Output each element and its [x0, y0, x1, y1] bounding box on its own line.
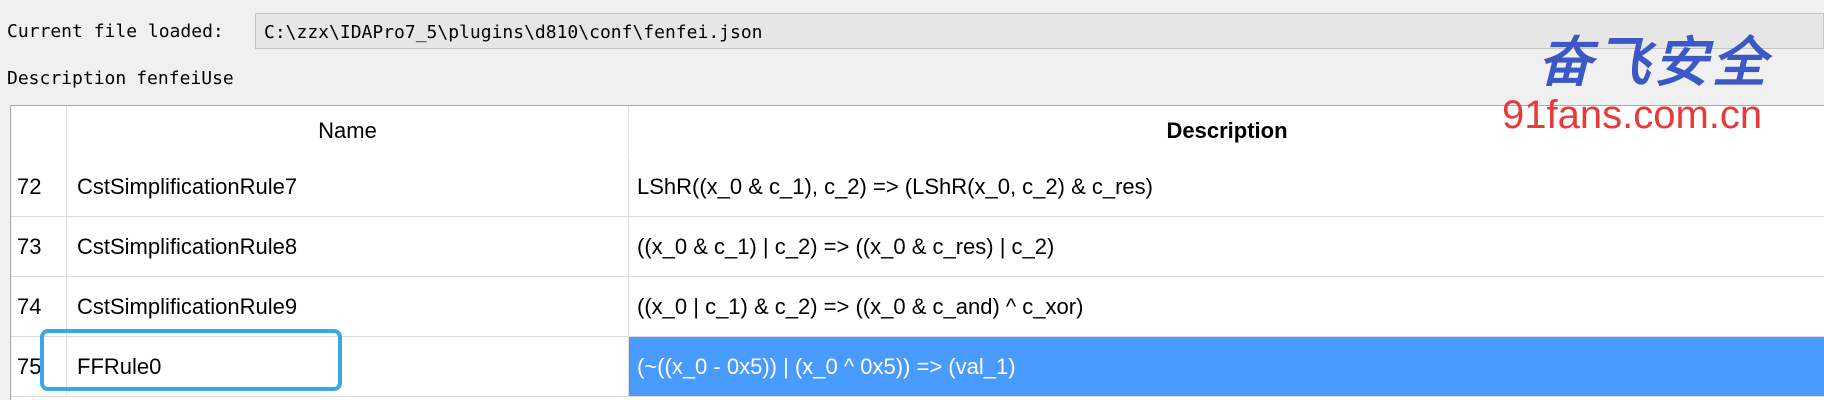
table-row[interactable]: 72 CstSimplificationRule7 LShR((x_0 & c_…: [11, 157, 1824, 217]
column-header-description[interactable]: Description: [629, 106, 1824, 156]
rule-description-cell[interactable]: ((x_0 & c_1) | c_2) => ((x_0 & c_res) | …: [629, 217, 1824, 277]
current-file-path-text: C:\zzx\IDAPro7_5\plugins\d810\conf\fenfe…: [264, 22, 763, 43]
table-row[interactable]: 73 CstSimplificationRule8 ((x_0 & c_1) |…: [11, 217, 1824, 277]
rule-config-window: Current file loaded: C:\zzx\IDAPro7_5\pl…: [0, 0, 1824, 400]
current-file-row: Current file loaded: C:\zzx\IDAPro7_5\pl…: [0, 8, 1824, 49]
row-index: 74: [11, 277, 67, 337]
row-index: 73: [11, 217, 67, 277]
rules-table[interactable]: Name Description 72 CstSimplificationRul…: [10, 105, 1824, 400]
rule-name-cell[interactable]: FFRule0: [67, 337, 629, 397]
row-index: 72: [11, 157, 67, 217]
table-row[interactable]: 74 CstSimplificationRule9 ((x_0 | c_1) &…: [11, 277, 1824, 337]
current-file-path-field[interactable]: C:\zzx\IDAPro7_5\plugins\d810\conf\fenfe…: [255, 13, 1824, 49]
description-value: fenfeiUse: [136, 68, 234, 89]
rule-name-cell[interactable]: CstSimplificationRule9: [67, 277, 629, 337]
column-header-index[interactable]: [11, 106, 67, 156]
table-row-selected[interactable]: 75 FFRule0 (~((x_0 - 0x5)) | (x_0 ^ 0x5)…: [11, 337, 1824, 397]
row-index: 75: [11, 337, 67, 397]
column-header-name[interactable]: Name: [67, 106, 629, 156]
rule-description-cell-selected[interactable]: (~((x_0 - 0x5)) | (x_0 ^ 0x5)) => (val_1…: [629, 337, 1824, 397]
description-label: Description: [7, 68, 127, 89]
rule-name-cell[interactable]: CstSimplificationRule7: [67, 157, 629, 217]
description-row: Description fenfeiUse: [7, 68, 244, 89]
rule-description-cell[interactable]: LShR((x_0 & c_1), c_2) => (LShR(x_0, c_2…: [629, 157, 1824, 217]
rule-description-cell[interactable]: ((x_0 | c_1) & c_2) => ((x_0 & c_and) ^ …: [629, 277, 1824, 337]
rule-name-cell[interactable]: CstSimplificationRule8: [67, 217, 629, 277]
current-file-label: Current file loaded:: [7, 21, 224, 42]
